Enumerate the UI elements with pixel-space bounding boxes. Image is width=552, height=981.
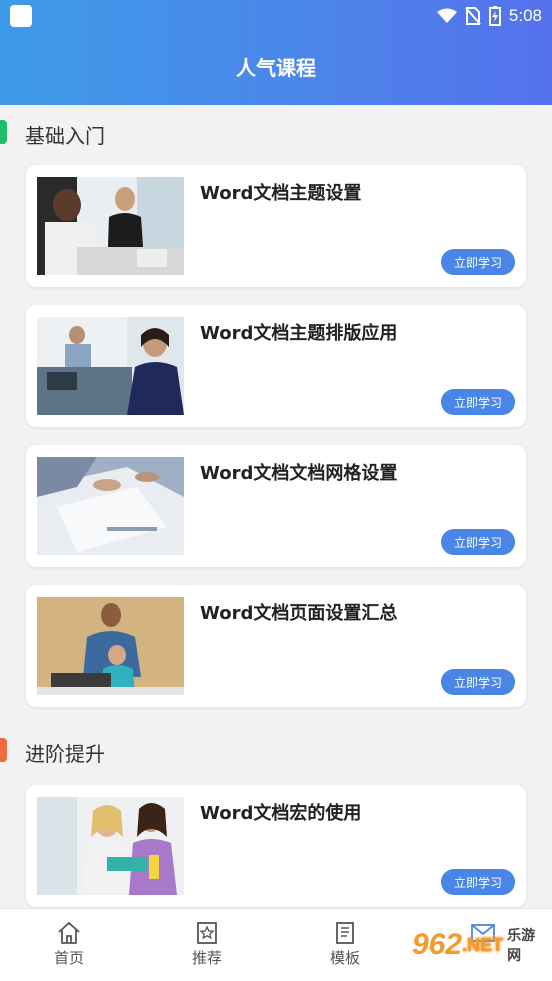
tab-label: 首页	[53, 949, 84, 967]
course-card[interactable]: Word文档宏的使用 立即学习	[26, 785, 526, 907]
learn-now-button[interactable]: 立即学习	[441, 669, 515, 695]
course-title: Word文档主题设置	[200, 183, 362, 204]
tab-label: 模板	[329, 949, 360, 967]
template-book-icon	[336, 922, 354, 944]
notification-icon	[10, 4, 32, 27]
section-accent-bar	[0, 120, 7, 144]
tab-home[interactable]: 首页	[0, 909, 138, 981]
course-title: Word文档主题排版应用	[200, 323, 398, 344]
office-meeting-image	[37, 177, 184, 275]
section-basic: 基础入门 Word文档主题设置 立即学习 Word文档主题排版应用 立即学习 W…	[0, 107, 552, 707]
learn-now-button[interactable]: 立即学习	[441, 869, 515, 895]
no-sim-icon	[465, 6, 481, 25]
office-woman-image	[37, 317, 184, 415]
documents-image	[37, 457, 184, 555]
home-icon	[58, 921, 80, 944]
battery-charging-icon	[488, 5, 501, 26]
course-title: Word文档宏的使用	[200, 803, 362, 824]
course-card[interactable]: Word文档文档网格设置 立即学习	[26, 445, 526, 567]
section-title: 基础入门	[25, 123, 105, 148]
status-time: 5:08	[508, 5, 542, 25]
section-title: 进阶提升	[25, 741, 105, 766]
site-watermark: 962 .NET 乐游网	[412, 916, 546, 974]
page-title: 人气课程	[236, 56, 316, 80]
teacher-student-image	[37, 597, 184, 695]
tab-recommend[interactable]: 推荐	[138, 909, 276, 981]
learn-now-button[interactable]: 立即学习	[441, 529, 515, 555]
status-bar: 5:08	[0, 0, 552, 31]
app-header: 5:08 人气课程	[0, 0, 552, 105]
course-card[interactable]: Word文档页面设置汇总 立即学习	[26, 585, 526, 707]
section-advanced: 进阶提升 Word文档宏的使用 立即学习	[0, 725, 552, 907]
learn-now-button[interactable]: 立即学习	[441, 249, 515, 275]
course-card[interactable]: Word文档主题排版应用 立即学习	[26, 305, 526, 427]
course-title: Word文档文档网格设置	[200, 463, 398, 484]
section-accent-bar	[0, 738, 7, 762]
course-list[interactable]: 基础入门 Word文档主题设置 立即学习 Word文档主题排版应用 立即学习 W…	[0, 105, 552, 908]
learn-now-button[interactable]: 立即学习	[441, 389, 515, 415]
wifi-icon	[436, 8, 457, 23]
star-bookmark-icon	[197, 922, 217, 944]
watermark-sub: 乐游网	[507, 927, 536, 963]
tab-template[interactable]: 模板	[276, 909, 414, 981]
watermark-main: 962	[412, 928, 463, 961]
watermark-suffix: .NET	[462, 934, 504, 955]
students-image	[37, 797, 184, 895]
tab-label: 推荐	[191, 949, 222, 967]
course-card[interactable]: Word文档主题设置 立即学习	[26, 165, 526, 287]
course-title: Word文档页面设置汇总	[200, 603, 398, 624]
